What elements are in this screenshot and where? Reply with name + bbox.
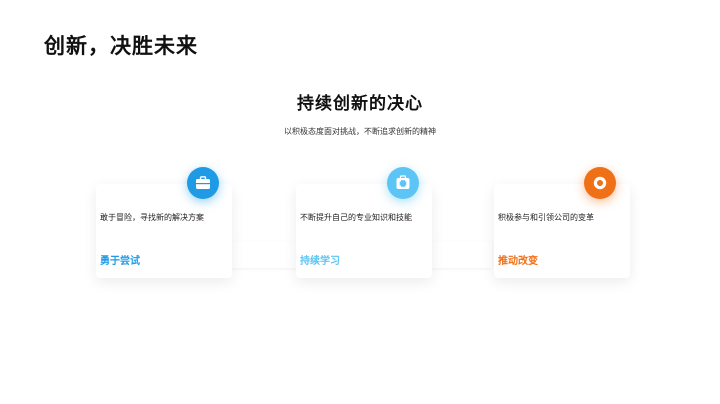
section-heading: 持续创新的决心 — [297, 94, 423, 114]
card-label: 勇于尝试 — [100, 256, 140, 267]
feature-card-learn: 不断提升自己的专业知识和技能 持续学习 — [296, 167, 432, 278]
card-connector — [430, 241, 492, 268]
card-connector — [230, 241, 296, 268]
medical-kit-icon — [387, 167, 419, 199]
card-description: 不断提升自己的专业知识和技能 — [300, 213, 412, 222]
feature-card-try: 敢于冒险，寻找新的解决方案 勇于尝试 — [96, 167, 232, 278]
feature-card-change: 积极参与和引领公司的变革 推动改变 — [494, 167, 630, 278]
section-subheading: 以积极态度面对挑战，不断追求创新的精神 — [284, 127, 436, 136]
card-label: 推动改变 — [498, 256, 538, 267]
card-label: 持续学习 — [300, 256, 340, 267]
target-icon — [584, 167, 616, 199]
card-description: 敢于冒险，寻找新的解决方案 — [100, 213, 204, 222]
briefcase-icon — [187, 167, 219, 199]
card-description: 积极参与和引领公司的变革 — [498, 213, 594, 222]
slide-title: 创新，决胜未来 — [44, 34, 198, 58]
